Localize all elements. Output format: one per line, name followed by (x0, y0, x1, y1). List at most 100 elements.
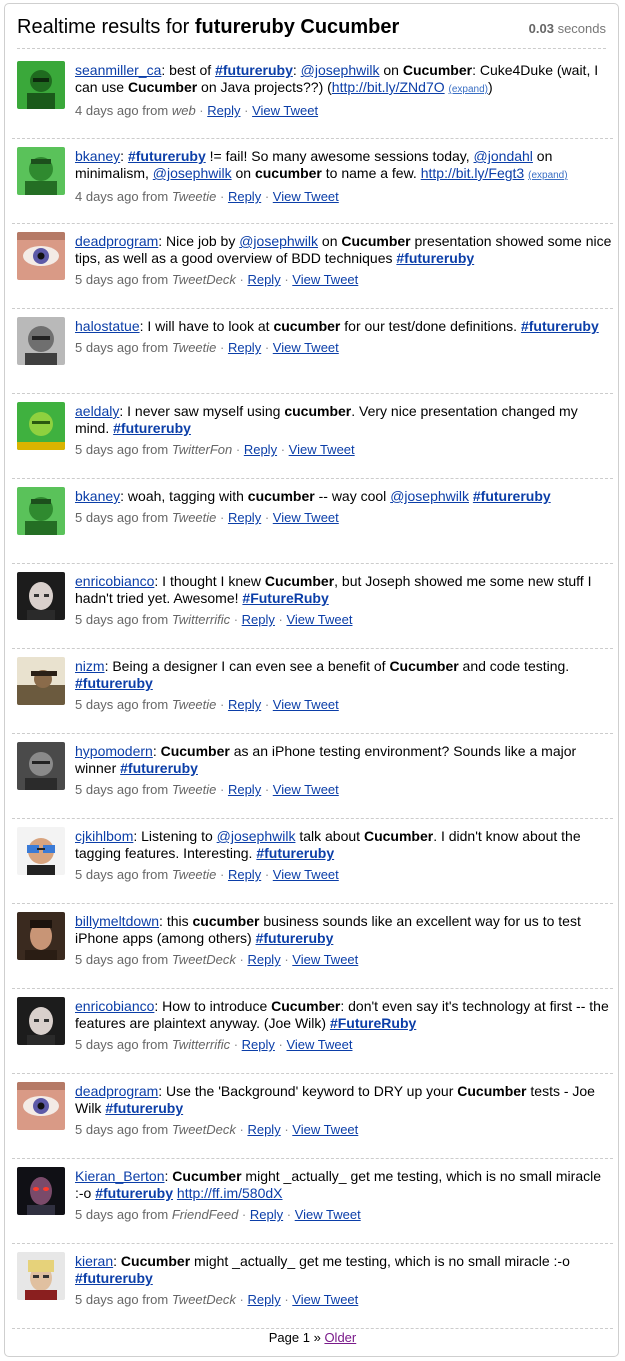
avatar[interactable] (17, 1082, 65, 1130)
hashtag-link[interactable]: #futureruby (396, 250, 474, 266)
view-tweet-link[interactable]: View Tweet (292, 272, 358, 287)
url-link[interactable]: http://bit.ly/Fegt3 (421, 165, 525, 181)
reply-link[interactable]: Reply (228, 782, 261, 797)
username-link[interactable]: billymeltdown (75, 913, 159, 929)
hashtag-link[interactable]: #futureruby (256, 845, 334, 861)
view-tweet-link[interactable]: View Tweet (292, 1122, 358, 1137)
avatar[interactable] (17, 232, 65, 280)
tweet-text-segment: : I never saw myself using (119, 403, 285, 419)
username-link[interactable]: halostatue (75, 318, 140, 334)
hashtag-link[interactable]: #futureruby (105, 1100, 183, 1116)
reply-link[interactable]: Reply (242, 1037, 275, 1052)
tweet-source: Tweetie (171, 189, 217, 204)
hashtag-link[interactable]: #futureruby (75, 1270, 153, 1286)
tweet-item: nizm: Being a designer I can even see a … (12, 648, 613, 734)
tweet-text-segment: : I will have to look at (139, 318, 274, 334)
reply-link[interactable]: Reply (207, 103, 240, 118)
mention-link[interactable]: @josephwilk (390, 488, 469, 504)
hashtag-link[interactable]: #futureruby (95, 1185, 173, 1201)
view-tweet-link[interactable]: View Tweet (273, 189, 339, 204)
older-link[interactable]: Older (324, 1330, 356, 1345)
reply-link[interactable]: Reply (247, 1122, 280, 1137)
reply-link[interactable]: Reply (228, 340, 261, 355)
view-tweet-link[interactable]: View Tweet (295, 1207, 361, 1222)
reply-link[interactable]: Reply (247, 1292, 280, 1307)
avatar[interactable] (17, 1167, 65, 1215)
view-tweet-link[interactable]: View Tweet (292, 1292, 358, 1307)
avatar[interactable] (17, 61, 65, 109)
username-link[interactable]: bkaney (75, 488, 120, 504)
reply-link[interactable]: Reply (228, 867, 261, 882)
view-tweet-link[interactable]: View Tweet (273, 867, 339, 882)
reply-link[interactable]: Reply (247, 272, 280, 287)
view-tweet-link[interactable]: View Tweet (273, 782, 339, 797)
view-tweet-link[interactable]: View Tweet (273, 340, 339, 355)
username-link[interactable]: nizm (75, 658, 105, 674)
reply-link[interactable]: Reply (228, 189, 261, 204)
username-link[interactable]: bkaney (75, 148, 120, 164)
reply-link[interactable]: Reply (247, 952, 280, 967)
mention-link[interactable]: @josephwilk (239, 233, 318, 249)
avatar[interactable] (17, 317, 65, 365)
highlighted-keyword: cucumber (254, 165, 322, 181)
url-link[interactable]: http://ff.im/580dX (177, 1185, 283, 1201)
view-tweet-link[interactable]: View Tweet (273, 697, 339, 712)
timestamp: 5 days ago from (75, 952, 172, 967)
expand-link[interactable]: (expand) (528, 170, 567, 181)
username-link[interactable]: Kieran_Berton (75, 1168, 165, 1184)
tweet-text-segment: : I thought I knew (154, 573, 265, 589)
username-link[interactable]: seanmiller_ca (75, 62, 161, 78)
username-link[interactable]: enricobianco (75, 998, 154, 1014)
expand-link[interactable]: (expand) (449, 84, 488, 95)
username-link[interactable]: enricobianco (75, 573, 154, 589)
username-link[interactable]: kieran (75, 1253, 113, 1269)
mention-link[interactable]: @josephwilk (301, 62, 380, 78)
meta-separator: · (261, 340, 273, 355)
reply-link[interactable]: Reply (244, 442, 277, 457)
avatar[interactable] (17, 912, 65, 960)
reply-link[interactable]: Reply (228, 510, 261, 525)
meta-separator: · (216, 867, 228, 882)
username-link[interactable]: cjkihlbom (75, 828, 133, 844)
view-tweet-link[interactable]: View Tweet (286, 1037, 352, 1052)
hashtag-link[interactable]: #futureruby (75, 675, 153, 691)
avatar[interactable] (17, 1252, 65, 1300)
avatar[interactable] (17, 572, 65, 620)
reply-link[interactable]: Reply (250, 1207, 283, 1222)
hashtag-link[interactable]: #FutureRuby (242, 590, 328, 606)
mention-link[interactable]: @josephwilk (217, 828, 296, 844)
tweet-text-segment: and code testing. (458, 658, 570, 674)
avatar[interactable] (17, 827, 65, 875)
view-tweet-link[interactable]: View Tweet (289, 442, 355, 457)
hashtag-link[interactable]: #FutureRuby (330, 1015, 416, 1031)
view-tweet-link[interactable]: View Tweet (292, 952, 358, 967)
highlighted-keyword: Cucumber (160, 743, 230, 759)
reply-link[interactable]: Reply (242, 612, 275, 627)
avatar[interactable] (17, 742, 65, 790)
username-link[interactable]: hypomodern (75, 743, 153, 759)
view-tweet-link[interactable]: View Tweet (286, 612, 352, 627)
url-link[interactable]: http://bit.ly/ZNd7O (332, 79, 445, 95)
avatar[interactable] (17, 402, 65, 450)
reply-link[interactable]: Reply (228, 697, 261, 712)
timestamp: 5 days ago from (75, 867, 172, 882)
avatar[interactable] (17, 997, 65, 1045)
username-link[interactable]: deadprogram (75, 1083, 158, 1099)
hashtag-link[interactable]: #futureruby (473, 488, 551, 504)
avatar[interactable] (17, 487, 65, 535)
hashtag-link[interactable]: #futureruby (521, 318, 599, 334)
avatar[interactable] (17, 147, 65, 195)
username-link[interactable]: deadprogram (75, 233, 158, 249)
hashtag-link[interactable]: #futureruby (113, 420, 191, 436)
hashtag-link[interactable]: #futureruby (256, 930, 334, 946)
mention-link[interactable]: @josephwilk (153, 165, 232, 181)
avatar[interactable] (17, 657, 65, 705)
username-link[interactable]: aeldaly (75, 403, 119, 419)
hashtag-link[interactable]: #futureruby (128, 148, 206, 164)
mention-link[interactable]: @jondahl (474, 148, 533, 164)
view-tweet-link[interactable]: View Tweet (252, 103, 318, 118)
view-tweet-link[interactable]: View Tweet (273, 510, 339, 525)
tweet-meta: 5 days ago from TweetDeck · Reply · View… (75, 1122, 613, 1138)
hashtag-link[interactable]: #futureruby (120, 760, 198, 776)
hashtag-link[interactable]: #futureruby (215, 62, 293, 78)
